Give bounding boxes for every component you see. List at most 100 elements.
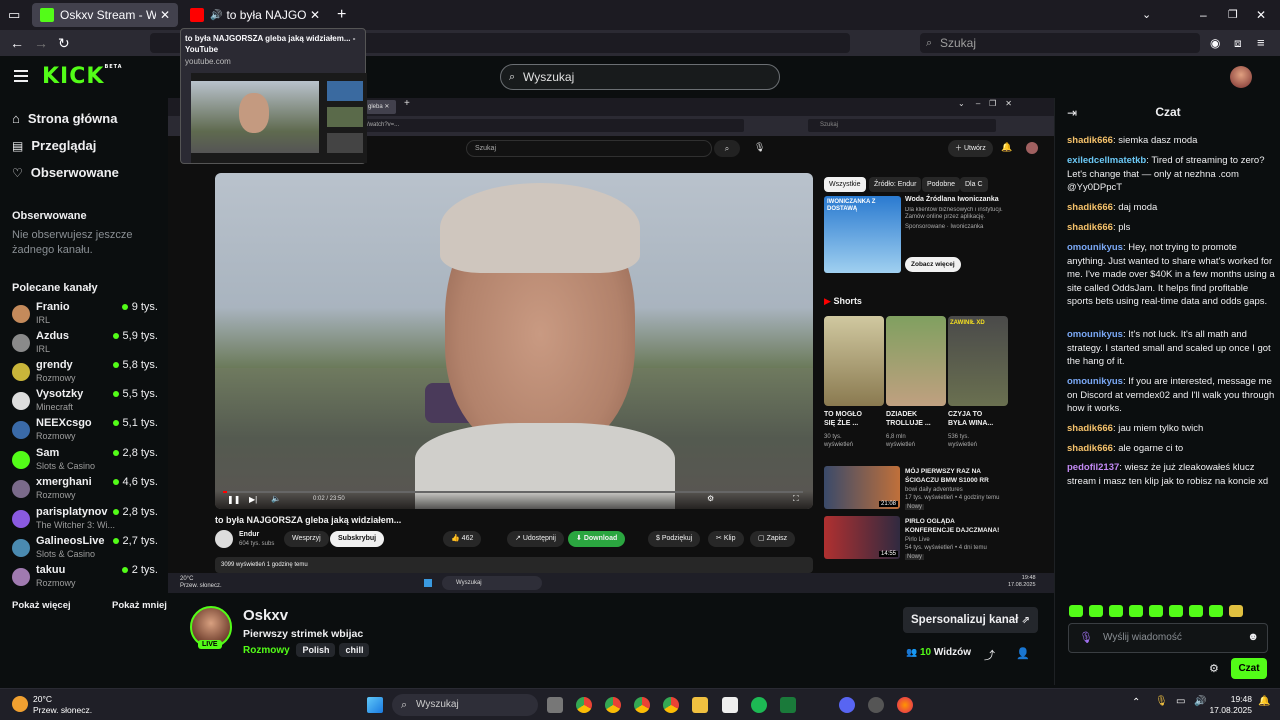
extensions-icon[interactable]: ⧈: [1234, 30, 1242, 56]
chat-username[interactable]: omounikyus: [1067, 329, 1123, 340]
share-icon[interactable]: ⤴: [984, 647, 995, 663]
back-icon[interactable]: ←: [10, 30, 24, 56]
channel-item[interactable]: grendy Rozmowy 5,8 tys.: [12, 359, 160, 387]
speaker-icon[interactable]: 🔊: [210, 10, 222, 21]
tag-chill[interactable]: chill: [339, 643, 370, 657]
channel-item[interactable]: Sam Slots & Casino 2,8 tys.: [12, 447, 160, 475]
kick-search-input[interactable]: ⌕ Wyszukaj: [500, 64, 780, 90]
chevron-down-icon[interactable]: ⌄: [1142, 0, 1151, 30]
short-title: TO MOGŁO SIĘ ŹLE ...: [824, 411, 862, 427]
discord-icon[interactable]: [839, 697, 855, 713]
channel-item[interactable]: xmerghani Rozmowy 4,6 tys.: [12, 476, 160, 504]
tab-youtube[interactable]: 🔊 to była NAJGORSZA gleba ✕: [182, 3, 328, 27]
emote-icon[interactable]: [1069, 605, 1083, 617]
account-icon[interactable]: ◉: [1210, 30, 1220, 56]
emote-icon[interactable]: [1129, 605, 1143, 617]
tag-polish[interactable]: Polish: [296, 643, 336, 657]
emote-icon[interactable]: [1089, 605, 1103, 617]
show-more-button[interactable]: Pokaż więcej: [12, 600, 71, 611]
channel-item[interactable]: GalineosLive Slots & Casino 2,7 tys.: [12, 535, 160, 563]
forward-icon[interactable]: →: [34, 30, 48, 56]
browser-search-field[interactable]: ⌕ Szukaj: [920, 33, 1200, 53]
spotify-icon[interactable]: [751, 697, 767, 713]
streamer-name[interactable]: Oskxv: [243, 607, 288, 624]
tab-kick[interactable]: Oskxv Stream - Watch Live on K ✕: [32, 3, 178, 27]
chat-text: siemka dasz moda: [1118, 135, 1198, 146]
chrome-icon[interactable]: [663, 697, 679, 713]
emote-icon[interactable]: [1169, 605, 1183, 617]
channel-avatar: [12, 421, 30, 439]
tab-list-icon[interactable]: ▭: [8, 0, 20, 30]
notification-icon[interactable]: 🔔: [1258, 696, 1270, 707]
chat-username[interactable]: shadik666: [1067, 222, 1113, 233]
chat-username[interactable]: exiledcellmatetkb: [1067, 155, 1146, 166]
chat-username[interactable]: omounikyus: [1067, 376, 1123, 387]
weather-widget[interactable]: 20°C Przew. słonecz.: [33, 694, 92, 716]
menu-icon[interactable]: ≡: [1257, 30, 1265, 56]
chat-settings-icon[interactable]: ⚙: [1209, 662, 1219, 675]
clock[interactable]: 19:48 17.08.2025: [1200, 694, 1252, 716]
chat-username[interactable]: pedofil2137: [1067, 462, 1119, 473]
close-tab-icon[interactable]: ✕: [310, 8, 320, 22]
channel-category: Rozmowy: [36, 373, 76, 383]
nav-label: Obserwowane: [30, 165, 119, 180]
stream-category[interactable]: Rozmowy: [243, 645, 290, 656]
nav-browse[interactable]: ▤ Przeglądaj: [12, 138, 96, 153]
windows-start-icon[interactable]: [367, 697, 383, 713]
customize-channel-button[interactable]: Spersonalizuj kanał ⇗: [903, 607, 1038, 633]
chrome-icon[interactable]: [576, 697, 592, 713]
new-tab-icon[interactable]: +: [337, 0, 346, 30]
nav-home[interactable]: ⌂ Strona główna: [12, 111, 117, 126]
tooltip-thumbnail: [191, 73, 367, 163]
channel-item[interactable]: Azdus IRL 5,9 tys.: [12, 330, 160, 358]
hamburger-menu-icon[interactable]: [14, 70, 28, 82]
obs-icon[interactable]: [868, 697, 884, 713]
chat-send-button[interactable]: Czat: [1231, 658, 1267, 679]
user-profile-icon[interactable]: 👤: [1016, 647, 1030, 660]
close-window-icon[interactable]: ✕: [1256, 0, 1266, 30]
emote-icon[interactable]: [1149, 605, 1163, 617]
shared-url: /watch?v=...: [364, 119, 744, 132]
emote-icon[interactable]: [1109, 605, 1123, 617]
notion-icon[interactable]: [722, 697, 738, 713]
app-icon[interactable]: [780, 697, 796, 713]
emote-icon[interactable]: [1209, 605, 1223, 617]
weather-sun-icon[interactable]: [12, 696, 28, 712]
chat-username[interactable]: shadik666: [1067, 443, 1113, 454]
reload-icon[interactable]: ↻: [58, 30, 70, 56]
channel-item[interactable]: Franio IRL 9 tys.: [12, 301, 160, 329]
chrome-icon[interactable]: [634, 697, 650, 713]
kick-logo[interactable]: KICKBETA: [42, 64, 123, 89]
taskbar-search[interactable]: ⌕ Wyszukaj: [392, 694, 538, 716]
chat-username[interactable]: shadik666: [1067, 135, 1113, 146]
channel-item[interactable]: parisplatynov The Witcher 3: Wi... 2,8 t…: [12, 506, 160, 534]
microphone-tray-icon[interactable]: 🎙: [1155, 696, 1168, 707]
file-explorer-icon[interactable]: [692, 697, 708, 713]
firefox-icon[interactable]: [897, 697, 913, 713]
channel-item[interactable]: NEEXcsgo Rozmowy 5,1 tys.: [12, 417, 160, 445]
show-less-button[interactable]: Pokaż mniej: [112, 600, 167, 611]
maximize-icon[interactable]: ❐: [1228, 0, 1238, 30]
chat-input[interactable]: 🎙 Wyślij wiadomość ☻: [1068, 623, 1268, 653]
channel-item[interactable]: takuu Rozmowy 2 tys.: [12, 564, 160, 592]
chat-username[interactable]: shadik666: [1067, 202, 1113, 213]
user-avatar[interactable]: [1230, 66, 1252, 88]
channel-name: Vysotzky: [36, 388, 84, 400]
network-icon[interactable]: ▭: [1176, 696, 1185, 707]
task-view-icon[interactable]: [547, 697, 563, 713]
emoji-icon[interactable]: ☻: [1247, 631, 1259, 643]
chat-username[interactable]: shadik666: [1067, 423, 1113, 434]
channel-item[interactable]: Vysotzky Minecraft 5,5 tys.: [12, 388, 160, 416]
chat-username[interactable]: omounikyus: [1067, 242, 1123, 253]
chat-title: Czat: [1155, 105, 1181, 119]
close-tab-icon[interactable]: ✕: [160, 8, 170, 22]
tab-label: Oskxv Stream - Watch Live on K: [60, 8, 156, 22]
chrome-icon[interactable]: [605, 697, 621, 713]
minimize-icon[interactable]: –: [1200, 0, 1207, 30]
youtube-avatar: [1026, 142, 1038, 154]
nav-following[interactable]: ♡ Obserwowane: [12, 165, 119, 180]
microphone-icon[interactable]: 🎙: [1079, 631, 1093, 644]
emote-icon[interactable]: [1229, 605, 1243, 617]
tray-chevron-icon[interactable]: ⌃: [1132, 697, 1140, 708]
emote-icon[interactable]: [1189, 605, 1203, 617]
